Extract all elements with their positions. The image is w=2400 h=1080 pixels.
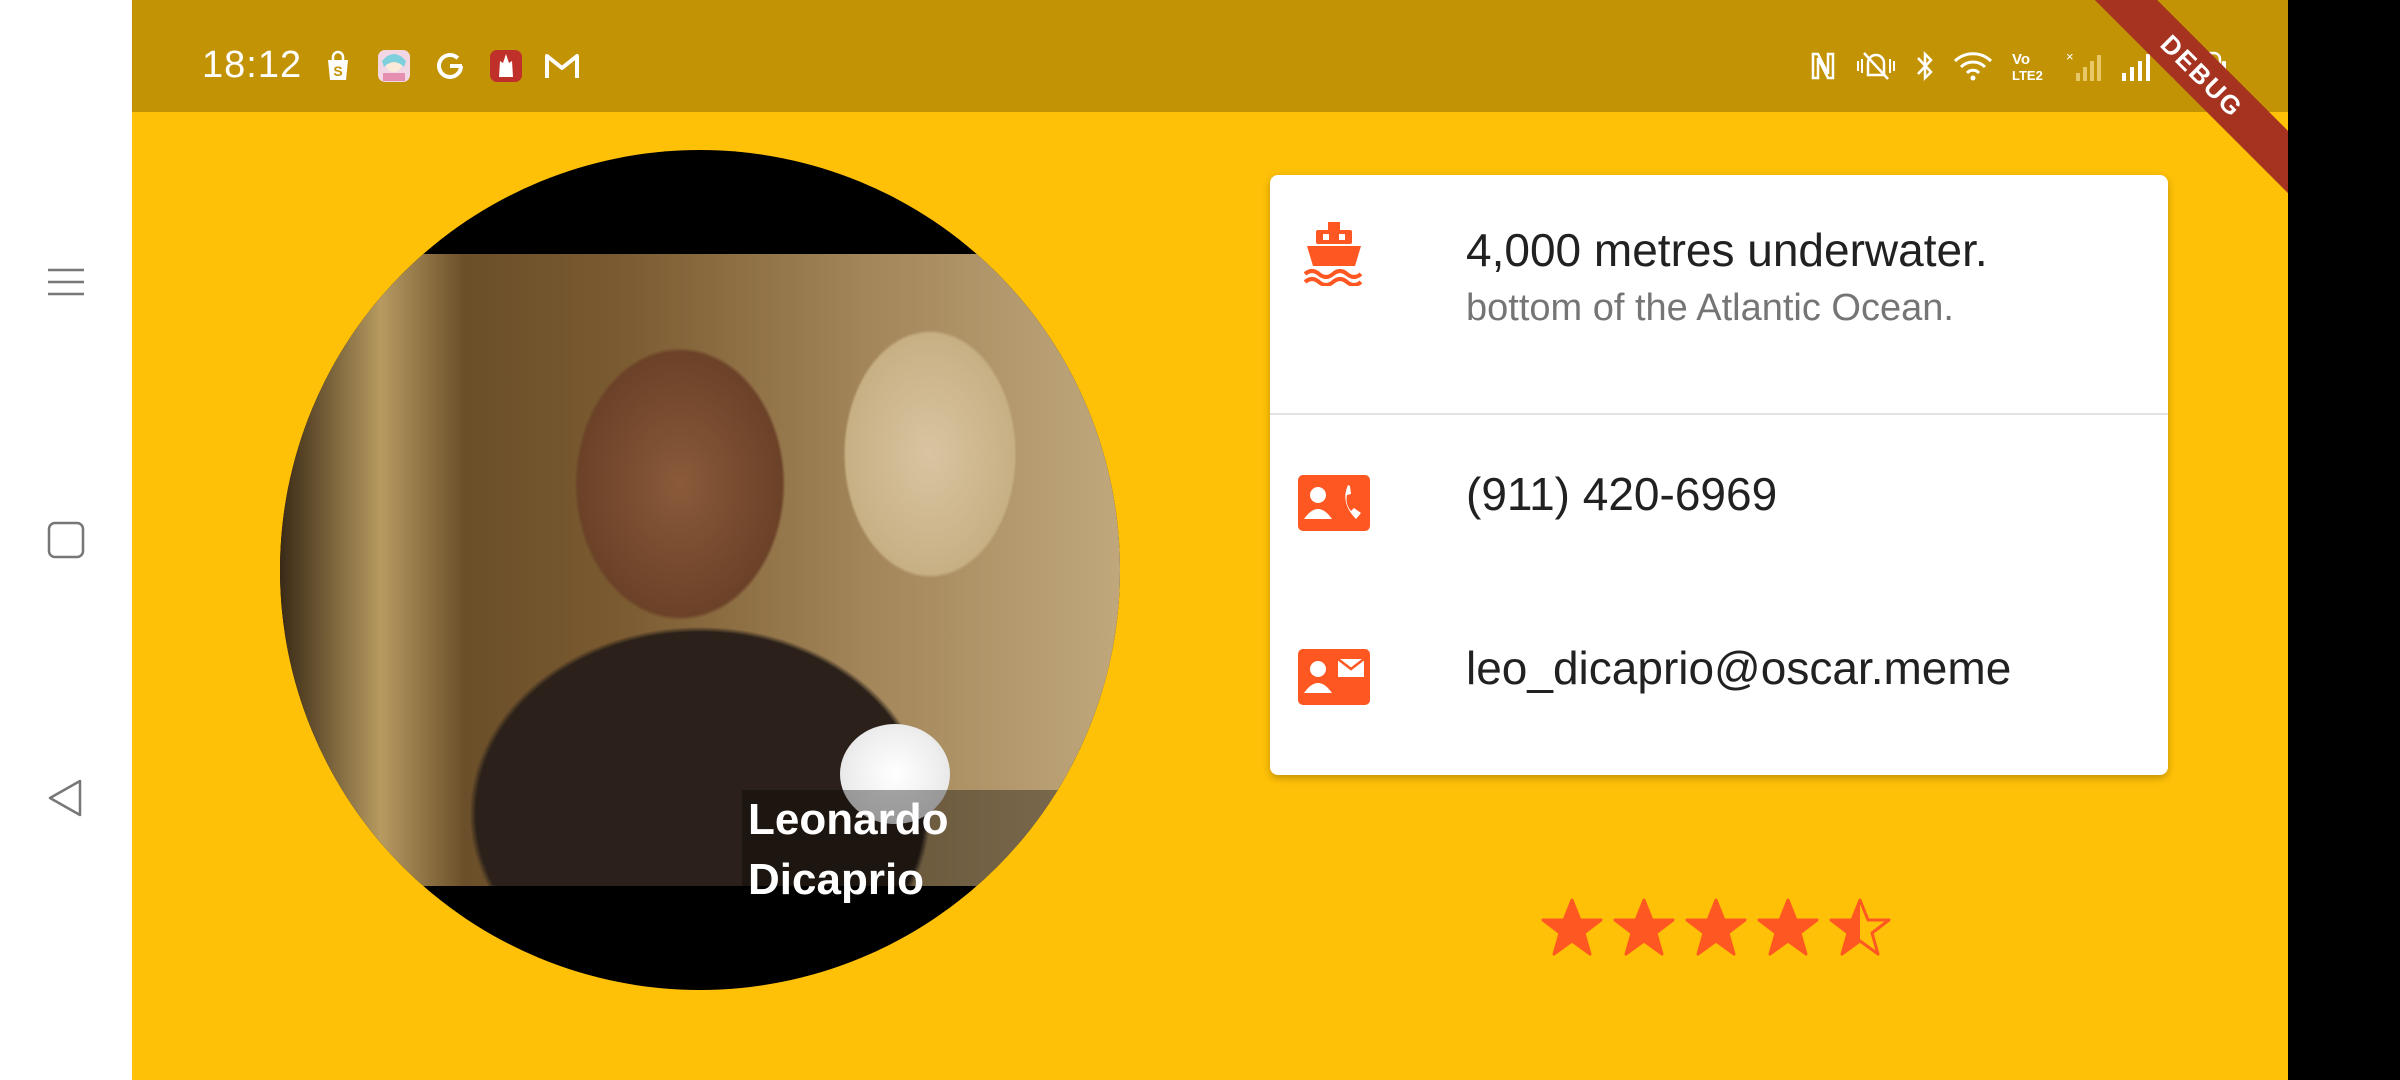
nfc-icon (1808, 48, 1838, 84)
email-row[interactable]: leo_dicaprio@oscar.meme (1270, 595, 2168, 775)
phone-number: (911) 420-6969 (1466, 468, 1778, 520)
star-full-icon[interactable] (1684, 896, 1748, 960)
status-time: 18:12 (202, 44, 303, 86)
debug-banner: DEBUG (2080, 0, 2288, 198)
contact-phone-icon (1298, 467, 1370, 539)
back-triangle-icon (48, 779, 82, 817)
wifi-icon (1952, 48, 1994, 84)
anime-app-icon (376, 48, 412, 84)
location-row[interactable]: 4,000 metres underwater. bottom of the A… (1270, 175, 2168, 413)
contact-mail-icon (1298, 641, 1370, 713)
status-bar: 18:12 S Vo LTE2 × DEBUG (132, 0, 2288, 198)
phone-text: (911) 420-6969 (1466, 467, 1777, 521)
vibrate-icon (1854, 48, 1898, 84)
volte-icon: Vo LTE2 (2010, 48, 2050, 84)
svg-text:LTE2: LTE2 (2012, 68, 2043, 83)
app-screen: 18:12 S Vo LTE2 × DEBUG Leonardo Dicapri… (132, 0, 2288, 1080)
google-icon (432, 48, 468, 84)
location-text: 4,000 metres underwater. bottom of the A… (1466, 223, 1988, 330)
svg-text:Vo: Vo (2012, 51, 2030, 68)
info-card: 4,000 metres underwater. bottom of the A… (1270, 175, 2168, 775)
location-primary: 4,000 metres underwater. (1466, 224, 1988, 276)
profile-avatar[interactable]: Leonardo Dicaprio (280, 150, 1120, 990)
home-button[interactable] (34, 508, 98, 572)
bluetooth-icon (1914, 48, 1936, 84)
boat-icon (1298, 217, 1370, 289)
back-button[interactable] (34, 766, 98, 830)
star-full-icon[interactable] (1756, 896, 1820, 960)
home-square-icon (47, 521, 85, 559)
gmail-icon (544, 48, 580, 84)
menu-icon (48, 268, 84, 296)
star-half-icon[interactable] (1828, 896, 1892, 960)
location-secondary: bottom of the Atlantic Ocean. (1466, 287, 1954, 329)
svg-text:×: × (2066, 49, 2074, 64)
star-full-icon[interactable] (1612, 896, 1676, 960)
star-full-icon[interactable] (1540, 896, 1604, 960)
star-rating[interactable] (1540, 896, 1892, 960)
email-address: leo_dicaprio@oscar.meme (1466, 642, 2012, 694)
screen-edge (2288, 0, 2400, 1080)
castle-app-icon (488, 48, 524, 84)
shopping-bag-icon: S (320, 48, 356, 84)
notification-icons: S (320, 48, 580, 84)
recents-menu-button[interactable] (34, 250, 98, 314)
svg-text:S: S (333, 63, 342, 79)
system-nav-rail (0, 0, 132, 1080)
phone-row[interactable]: (911) 420-6969 (1270, 415, 2168, 595)
profile-name: Leonardo Dicaprio (742, 790, 1120, 910)
email-text: leo_dicaprio@oscar.meme (1466, 641, 2011, 695)
no-signal-icon: × (2066, 48, 2102, 84)
